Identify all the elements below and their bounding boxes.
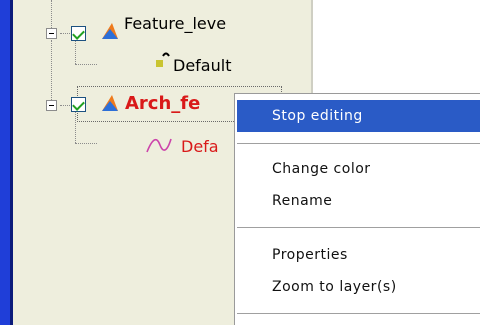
tree-connector-line xyxy=(75,143,97,144)
menu-item-stop-editing[interactable]: Stop editing xyxy=(237,100,480,132)
tree-connector-line xyxy=(75,112,76,143)
layer-2-name[interactable]: Arch_fe xyxy=(125,94,200,114)
layer-1-style-label[interactable]: Default xyxy=(173,56,231,76)
point-symbol-icon xyxy=(156,52,170,67)
checkmark-icon xyxy=(72,98,85,111)
menu-item-change-color[interactable]: Change color xyxy=(237,153,480,185)
layer-icon xyxy=(102,23,118,39)
line-symbol-icon xyxy=(146,138,172,153)
layer-2-style-label[interactable]: Defa xyxy=(181,137,219,157)
menu-item-zoom-to-layers[interactable]: Zoom to layer(s) xyxy=(237,271,480,303)
layer-1-visibility-checkbox[interactable] xyxy=(71,26,86,41)
checkmark-icon xyxy=(72,27,85,40)
collapse-layer-2-button[interactable] xyxy=(46,100,57,111)
layer-icon xyxy=(102,95,118,111)
menu-item-rename[interactable]: Rename xyxy=(237,185,480,217)
menu-separator xyxy=(237,143,480,145)
layer-1-name[interactable]: Feature_leve xyxy=(124,14,226,34)
menu-separator xyxy=(237,313,480,315)
tree-connector-line xyxy=(51,0,52,28)
left-window-edge xyxy=(0,0,10,325)
layer-context-menu: Stop editing Change color Rename Propert… xyxy=(234,93,480,325)
tree-connector-line xyxy=(75,40,76,64)
tree-connector-line xyxy=(75,64,97,65)
menu-separator xyxy=(237,227,480,229)
layer-2-visibility-checkbox[interactable] xyxy=(71,97,86,112)
collapse-layer-1-button[interactable] xyxy=(46,28,57,39)
menu-item-properties[interactable]: Properties xyxy=(237,239,480,271)
tree-connector-line xyxy=(51,40,52,100)
